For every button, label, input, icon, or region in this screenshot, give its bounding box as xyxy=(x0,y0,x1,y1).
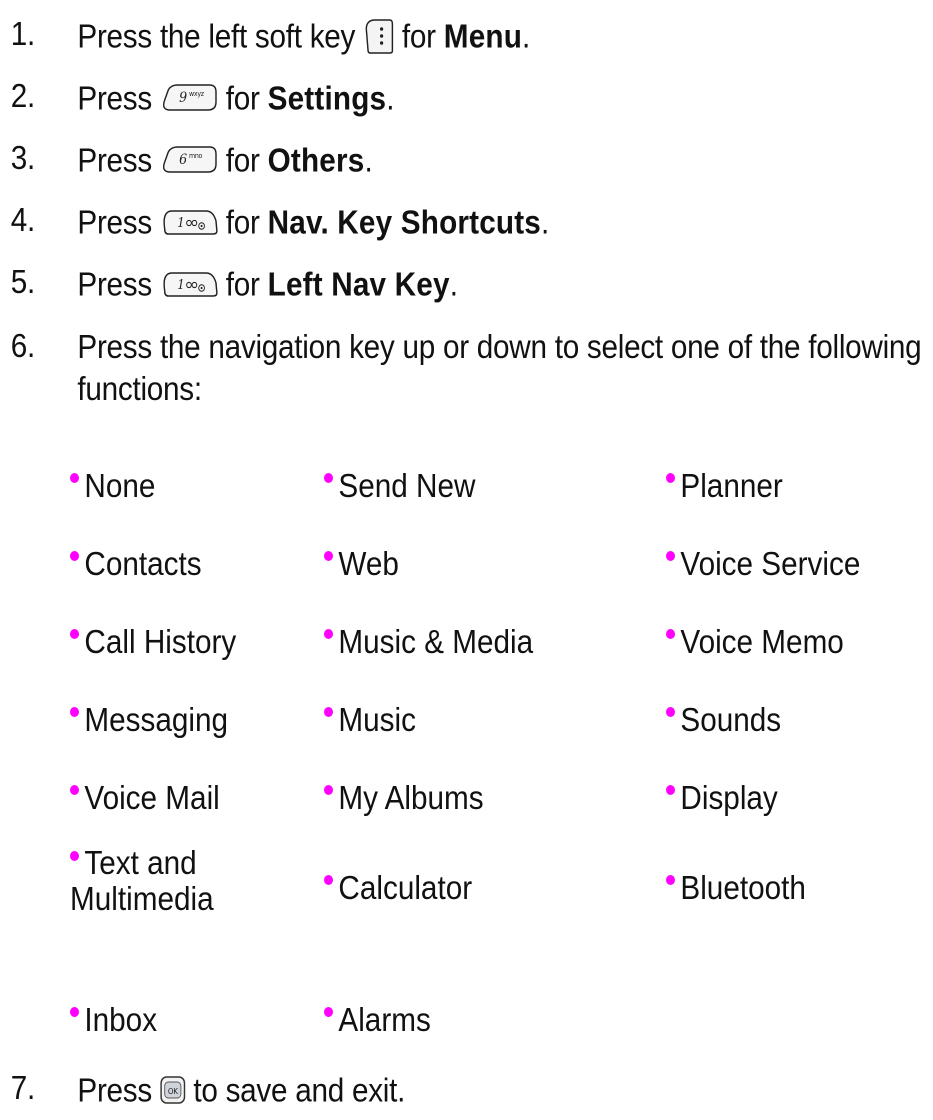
step-pre-text: Press xyxy=(77,203,152,241)
step-text: Press OK to save and exit. xyxy=(77,1068,405,1110)
settings-keyword: Settings xyxy=(267,79,387,117)
list-item: Messaging xyxy=(70,701,228,739)
bullet-icon xyxy=(324,707,333,717)
step-text: Press 1 for Left Nav Key. xyxy=(77,262,458,304)
nav-key-shortcuts-keyword: Nav. Key Shortcuts xyxy=(267,203,541,241)
step-text: Press 9 wxyz for Settings. xyxy=(77,76,394,118)
bullet-icon xyxy=(324,629,333,639)
instruction-page: 1. Press the left soft key for Menu. 2. … xyxy=(0,0,933,1120)
left-nav-key-keyword: Left Nav Key xyxy=(267,265,450,303)
list-item: Call History xyxy=(70,623,236,661)
step-post-text: for xyxy=(225,203,260,241)
step-text: Press the navigation key up or down to s… xyxy=(77,328,922,407)
step-text: Press 6 mno for Others. xyxy=(77,138,372,180)
step-number: 1. xyxy=(10,15,36,52)
step-pre-text: Press xyxy=(77,265,152,303)
key-digit: 1 xyxy=(177,216,184,231)
key-digit: 9 xyxy=(179,91,188,107)
left-soft-key-icon xyxy=(362,17,394,55)
step-end: . xyxy=(540,203,549,241)
key-1-voicemail-icon: 1 xyxy=(159,269,218,299)
key-digit: 6 xyxy=(179,153,188,169)
list-item: Music & Media xyxy=(324,623,533,661)
list-item: None xyxy=(70,467,155,505)
step-end: . xyxy=(449,265,458,303)
list-item: Web xyxy=(324,545,399,583)
key-1-voicemail-icon: 1 xyxy=(159,207,218,237)
step-number: 2. xyxy=(10,77,36,114)
bullet-icon xyxy=(666,551,675,561)
bullet-icon xyxy=(324,785,333,795)
list-item: Send New xyxy=(324,467,475,505)
bullet-icon xyxy=(70,851,79,861)
bullet-icon xyxy=(70,629,79,639)
step-number: 4. xyxy=(10,201,36,238)
bullet-icon xyxy=(70,1007,79,1017)
bullet-icon xyxy=(324,1007,333,1017)
step-pre-text: Press the left soft key xyxy=(77,17,356,55)
step-pre-text: Press xyxy=(77,141,152,179)
step-post-text: for xyxy=(401,17,436,55)
list-item: Music xyxy=(324,701,416,739)
list-item: Alarms xyxy=(324,1001,431,1039)
bullet-icon xyxy=(666,629,675,639)
key-9-wxyz-icon: 9 wxyz xyxy=(159,82,218,114)
step-end: . xyxy=(386,79,395,117)
list-item: Bluetooth xyxy=(666,869,806,907)
bullet-icon xyxy=(666,707,675,717)
key-digit: 1 xyxy=(177,278,184,293)
list-item: My Albums xyxy=(324,779,484,817)
list-item: Voice Mail xyxy=(70,779,220,817)
list-item: Contacts xyxy=(70,545,202,583)
step-number: 3. xyxy=(10,139,36,176)
step-number: 6. xyxy=(10,327,36,364)
bullet-icon xyxy=(666,785,675,795)
step-end: . xyxy=(522,17,531,55)
key-6-mno-icon: 6 mno xyxy=(159,144,218,176)
bullet-icon xyxy=(324,551,333,561)
list-item: Voice Memo xyxy=(666,623,844,661)
bullet-icon xyxy=(666,473,675,483)
step-text: Press the left soft key for Menu. xyxy=(77,14,530,56)
bullet-icon xyxy=(324,473,333,483)
key-letters: mno xyxy=(189,152,202,160)
bullet-icon xyxy=(666,875,675,885)
menu-keyword: Menu xyxy=(443,17,523,55)
step-number: 5. xyxy=(10,263,36,300)
bullet-icon xyxy=(70,785,79,795)
list-item: Display xyxy=(666,779,778,817)
list-item: Calculator xyxy=(324,869,472,907)
step-post-text: for xyxy=(225,265,260,303)
bullet-icon xyxy=(324,875,333,885)
step-end: . xyxy=(364,141,373,179)
ok-label: OK xyxy=(168,1087,179,1096)
step-post-text: for xyxy=(225,79,260,117)
list-item: Planner xyxy=(666,467,783,505)
step-post-text: to save and exit. xyxy=(193,1071,406,1109)
step-number: 7. xyxy=(10,1069,36,1106)
list-item: Voice Service xyxy=(666,545,860,583)
step-pre-text: Press xyxy=(77,1071,152,1109)
list-item: Text and Multimedia xyxy=(70,844,214,917)
ok-key-icon: OK xyxy=(159,1075,186,1105)
step-text: Press 1 for Nav. Key Shortcuts. xyxy=(77,200,549,242)
key-letters: wxyz xyxy=(189,90,205,98)
others-keyword: Others xyxy=(267,141,365,179)
bullet-icon xyxy=(70,707,79,717)
list-item: Sounds xyxy=(666,701,781,739)
bullet-icon xyxy=(70,551,79,561)
bullet-icon xyxy=(70,473,79,483)
list-item: Inbox xyxy=(70,1001,157,1039)
step-post-text: for xyxy=(225,141,260,179)
step-pre-text: Press xyxy=(77,79,152,117)
